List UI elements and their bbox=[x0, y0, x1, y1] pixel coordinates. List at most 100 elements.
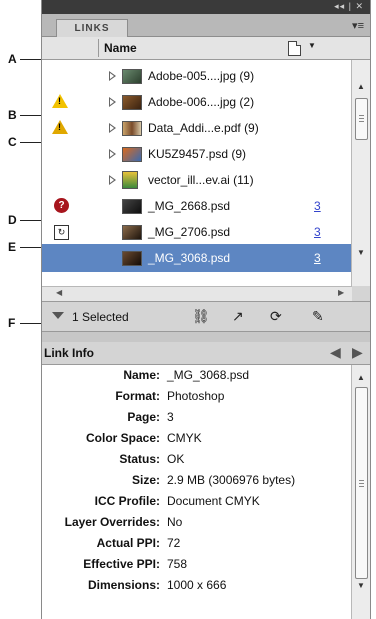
info-value: _MG_3068.psd bbox=[167, 368, 250, 382]
link-info-body: Name: _MG_3068.psd Format: Photoshop Page:… bbox=[42, 365, 352, 619]
scroll-left-icon[interactable]: ◀ bbox=[56, 288, 62, 297]
link-row[interactable]: ! Adobe-006....jpg (2) bbox=[42, 88, 352, 116]
link-row[interactable]: Adobe-005....jpg (9) bbox=[42, 62, 352, 90]
tab-links[interactable]: LINKS bbox=[56, 19, 128, 37]
info-label: Page: bbox=[127, 410, 160, 424]
scroll-up-icon[interactable]: ▲ bbox=[357, 373, 365, 382]
edit-original-icon[interactable]: ✎ bbox=[312, 308, 324, 325]
column-separator[interactable] bbox=[98, 39, 99, 57]
scroll-thumb[interactable] bbox=[355, 387, 368, 579]
info-value: CMYK bbox=[167, 431, 202, 445]
previous-link-icon[interactable]: ◀ bbox=[330, 344, 341, 361]
info-row-actual-ppi: Actual PPI: 72 bbox=[42, 536, 352, 556]
thumbnail-icon bbox=[122, 199, 142, 214]
link-row[interactable]: vector_ill...ev.ai (11) bbox=[42, 166, 352, 194]
info-row-format: Format: Photoshop bbox=[42, 389, 352, 409]
page-number-link[interactable]: 3 bbox=[314, 199, 321, 213]
links-panel: ◂◂ | ✕ LINKS ▾≡ Name ▼ Adobe-005....jpg … bbox=[41, 0, 371, 619]
link-name: Data_Addi...e.pdf (9) bbox=[148, 121, 259, 135]
warning-outline-icon: ! bbox=[52, 120, 68, 134]
callout-d: D bbox=[8, 213, 17, 227]
info-label: Size: bbox=[131, 473, 160, 487]
modified-link-icon: ↻ bbox=[54, 225, 69, 240]
info-label: Name: bbox=[123, 368, 160, 382]
callout-b: B bbox=[8, 108, 17, 122]
link-row[interactable]: KU5Z9457.psd (9) bbox=[42, 140, 352, 168]
info-value: 1000 x 666 bbox=[167, 578, 227, 592]
page-icon[interactable] bbox=[288, 41, 301, 56]
panel-tabbar: LINKS ▾≡ bbox=[42, 14, 370, 37]
expand-triangle-icon[interactable] bbox=[109, 97, 116, 107]
thumbnail-icon bbox=[122, 121, 142, 136]
callout-e: E bbox=[8, 240, 17, 254]
info-vertical-scrollbar[interactable]: ▲ ▼ bbox=[351, 365, 370, 619]
links-status-bar: 1 Selected ⛓ ↗ ⟳ ✎ bbox=[42, 301, 370, 332]
panel-window-controls[interactable]: ◂◂ | ✕ bbox=[334, 1, 364, 12]
callout-f: F bbox=[8, 316, 16, 330]
link-row[interactable]: ! Data_Addi...e.pdf (9) bbox=[42, 114, 352, 142]
info-row-color-space: Color Space: CMYK bbox=[42, 431, 352, 451]
link-name: vector_ill...ev.ai (11) bbox=[148, 173, 254, 187]
link-row[interactable]: ? _MG_2668.psd 3 bbox=[42, 192, 352, 220]
callout-c: C bbox=[8, 135, 17, 149]
next-link-icon[interactable]: ▶ bbox=[352, 344, 363, 361]
page-number-link[interactable]: 3 bbox=[314, 225, 321, 239]
links-list: Adobe-005....jpg (9) ! Adobe-006....jpg … bbox=[42, 60, 352, 286]
link-name: _MG_3068.psd bbox=[148, 251, 231, 265]
info-row-size: Size: 2.9 MB (3006976 bytes) bbox=[42, 473, 352, 493]
link-info-toggle-icon[interactable] bbox=[52, 312, 64, 319]
info-label: Dimensions: bbox=[87, 578, 160, 592]
link-name: Adobe-006....jpg (2) bbox=[148, 95, 255, 109]
expand-triangle-icon[interactable] bbox=[109, 123, 116, 133]
selection-count: 1 Selected bbox=[72, 310, 129, 324]
info-row-layer-overrides: Layer Overrides: No bbox=[42, 515, 352, 535]
links-vertical-scrollbar[interactable]: ▲ ▼ bbox=[351, 60, 370, 286]
thumbnail-icon bbox=[122, 95, 142, 110]
update-link-icon[interactable]: ⟳ bbox=[270, 308, 282, 325]
scroll-down-icon[interactable]: ▼ bbox=[357, 248, 365, 257]
page-number-link[interactable]: 3 bbox=[314, 251, 321, 265]
link-name: KU5Z9457.psd (9) bbox=[148, 147, 247, 161]
info-row-icc-profile: ICC Profile: Document CMYK bbox=[42, 494, 352, 514]
thumbnail-icon bbox=[122, 69, 142, 84]
link-name: _MG_2706.psd bbox=[148, 225, 231, 239]
info-row-page: Page: 3 bbox=[42, 410, 352, 430]
expand-triangle-icon[interactable] bbox=[109, 71, 116, 81]
link-info-header: Link Info ◀ ▶ bbox=[42, 342, 370, 365]
expand-triangle-icon[interactable] bbox=[109, 175, 116, 185]
info-label: Format: bbox=[115, 389, 160, 403]
column-header-name[interactable]: Name bbox=[104, 41, 137, 55]
goto-link-icon[interactable]: ↗ bbox=[232, 308, 244, 325]
links-horizontal-scrollbar[interactable]: ◀ ▶ bbox=[42, 286, 352, 301]
column-header: Name ▼ bbox=[42, 37, 370, 60]
link-row-selected[interactable]: _MG_3068.psd 3 bbox=[42, 244, 352, 272]
thumbnail-icon bbox=[122, 147, 142, 162]
info-value: Photoshop bbox=[167, 389, 225, 403]
info-value: 72 bbox=[167, 536, 181, 550]
callout-a: A bbox=[8, 52, 17, 66]
scroll-right-icon[interactable]: ▶ bbox=[338, 288, 344, 297]
expand-triangle-icon[interactable] bbox=[109, 149, 116, 159]
thumbnail-icon bbox=[122, 225, 142, 240]
thumbnail-icon bbox=[122, 171, 138, 189]
scroll-up-icon[interactable]: ▲ bbox=[357, 82, 365, 91]
info-label: Layer Overrides: bbox=[64, 515, 160, 529]
info-row-name: Name: _MG_3068.psd bbox=[42, 368, 352, 388]
scroll-thumb[interactable] bbox=[355, 98, 368, 140]
info-label: Effective PPI: bbox=[83, 557, 160, 571]
relink-icon[interactable]: ⛓ bbox=[192, 308, 210, 325]
info-row-effective-ppi: Effective PPI: 758 bbox=[42, 557, 352, 577]
link-row[interactable]: ↻ _MG_2706.psd 3 bbox=[42, 218, 352, 246]
link-name: _MG_2668.psd bbox=[148, 199, 231, 213]
info-row-status: Status: OK bbox=[42, 452, 352, 472]
panel-menu-icon[interactable]: ▾≡ bbox=[352, 19, 364, 32]
chevron-down-icon[interactable]: ▼ bbox=[308, 41, 316, 50]
scroll-down-icon[interactable]: ▼ bbox=[357, 581, 365, 590]
info-value: 3 bbox=[167, 410, 174, 424]
thumbnail-icon bbox=[122, 251, 142, 266]
panel-titlebar[interactable]: ◂◂ | ✕ bbox=[42, 0, 370, 14]
info-value: 758 bbox=[167, 557, 188, 571]
info-value: Document CMYK bbox=[167, 494, 260, 508]
info-label: Color Space: bbox=[85, 431, 160, 445]
info-label: Actual PPI: bbox=[96, 536, 160, 550]
